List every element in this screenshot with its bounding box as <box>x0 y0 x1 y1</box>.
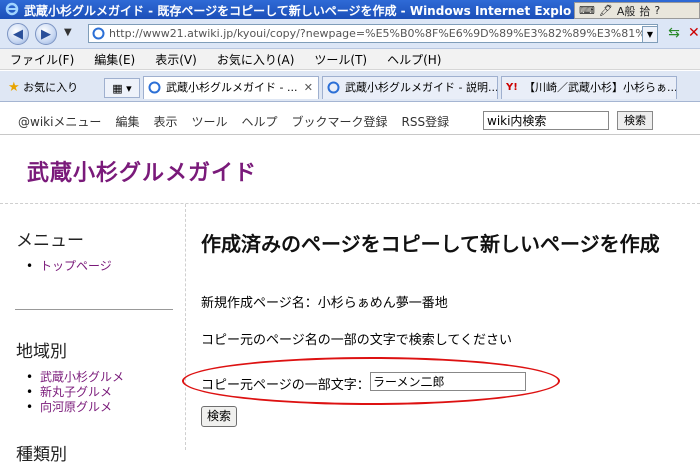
wiki-search-input[interactable] <box>483 111 609 130</box>
tab-label: 【川崎／武蔵小杉】小杉らぁ... <box>524 81 677 94</box>
menu-help[interactable]: ヘルプ(H) <box>387 51 441 68</box>
ie-tab-icon <box>148 81 161 94</box>
yahoo-icon: Y! <box>506 82 518 93</box>
menu-bar: ファイル(F) 編集(E) 表示(V) お気に入り(A) ツール(T) ヘルプ(… <box>0 49 700 70</box>
page-icon <box>92 27 105 40</box>
keyboard-icon[interactable]: ⌨ <box>579 4 595 17</box>
favorites-button[interactable]: ★ お気に入り <box>8 79 78 95</box>
ime-mode-icon[interactable]: 🖊 <box>599 4 613 17</box>
tab-active[interactable]: 武蔵小杉グルメガイド - ... ✕ <box>143 76 319 99</box>
close-tab-icon[interactable]: ✕ <box>304 77 313 99</box>
sidebar-item-label[interactable]: 新丸子グルメ <box>40 385 112 399</box>
tab-2[interactable]: 武蔵小杉グルメガイド - 説明... <box>322 76 498 99</box>
ime-toolbar[interactable]: ⌨ 🖊 A般 拾 ? <box>574 2 700 19</box>
refresh-icon[interactable]: ⇆ <box>664 24 684 43</box>
back-button[interactable]: ◀ <box>7 23 29 45</box>
sidebar-item-label[interactable]: トップページ <box>40 259 112 273</box>
menu-edit[interactable]: 編集(E) <box>94 51 135 68</box>
favorites-label: お気に入り <box>23 81 79 94</box>
sidebar-menu-heading: メニュー <box>16 231 84 251</box>
ime-dictionary-label[interactable]: 拾 <box>639 3 650 19</box>
star-icon: ★ <box>8 80 20 95</box>
address-text: http://www21.atwiki.jp/kyoui/copy/?newpa… <box>109 27 657 40</box>
quick-tabs-icon[interactable]: ▦ ▾ <box>104 78 140 98</box>
menu-tools[interactable]: ツール(T) <box>314 51 367 68</box>
new-page-name: 新規作成ページ名：小杉らぁめん夢一番地 <box>201 296 448 311</box>
sidebar-region-heading: 地域別 <box>16 342 67 362</box>
sidebar-region-list: 武蔵小杉グルメ 新丸子グルメ 向河原グルメ <box>26 370 124 415</box>
page-title: 作成済みのページをコピーして新しいページを作成 <box>201 232 660 256</box>
copy-source-input[interactable] <box>370 372 526 391</box>
wiki-search-button[interactable]: 検索 <box>617 111 653 130</box>
sidebar-item-label[interactable]: 武蔵小杉グルメ <box>40 370 124 384</box>
sidebar-item-mukaigawara[interactable]: 向河原グルメ <box>26 400 124 415</box>
sidebar: メニュー トップページ 地域別 武蔵小杉グルメ 新丸子グルメ 向河原グルメ 種類… <box>0 204 186 465</box>
tab-label: 武蔵小杉グルメガイド - ... <box>166 81 298 94</box>
search-submit-button[interactable]: 検索 <box>201 406 237 427</box>
wiki-menu-view[interactable]: 表示 <box>153 113 177 130</box>
copy-source-label: コピー元ページの一部文字： <box>201 378 370 393</box>
wiki-menu-tools[interactable]: ツール <box>191 113 227 130</box>
tab-3[interactable]: Y! 【川崎／武蔵小杉】小杉らぁ... <box>501 76 677 99</box>
sidebar-item-kosugi[interactable]: 武蔵小杉グルメ <box>26 370 124 385</box>
wiki-menu-at[interactable]: @wikiメニュー <box>18 113 101 130</box>
ie-icon <box>5 2 19 16</box>
sidebar-divider <box>15 309 173 310</box>
address-dropdown-icon[interactable]: ▼ <box>642 26 658 43</box>
sidebar-item-top[interactable]: トップページ <box>26 259 112 274</box>
ie-tab-icon <box>327 81 340 94</box>
search-instruction: コピー元のページ名の一部の文字で検索してください <box>201 333 512 348</box>
sidebar-item-label[interactable]: 向河原グルメ <box>40 400 112 414</box>
address-bar[interactable]: http://www21.atwiki.jp/kyoui/copy/?newpa… <box>88 24 658 43</box>
recent-pages-dropdown-icon[interactable]: ▼ <box>64 27 72 38</box>
window-title: 武蔵小杉グルメガイド - 既存ページをコピーして新しいページを作成 - Wind… <box>24 4 572 18</box>
wiki-toolbar: @wikiメニュー 編集 表示 ツール ヘルプ ブックマーク登録 RSS登録 検… <box>0 104 700 135</box>
ime-mode-label[interactable]: A般 <box>617 3 636 19</box>
wiki-menu-edit[interactable]: 編集 <box>115 113 139 130</box>
menu-view[interactable]: 表示(V) <box>155 51 197 68</box>
sidebar-menu-list: トップページ <box>26 259 112 274</box>
wiki-menu: @wikiメニュー 編集 表示 ツール ヘルプ ブックマーク登録 RSS登録 <box>18 113 449 130</box>
wiki-menu-rss[interactable]: RSS登録 <box>402 113 450 130</box>
address-row: ◀ ▶ ▼ http://www21.atwiki.jp/kyoui/copy/… <box>0 19 700 49</box>
sidebar-category-heading: 種類別 <box>16 445 67 465</box>
site-title[interactable]: 武蔵小杉グルメガイド <box>27 155 257 187</box>
tab-row: ★ お気に入り ▦ ▾ 武蔵小杉グルメガイド - ... ✕ 武蔵小杉グルメガイ… <box>0 71 700 102</box>
menu-file[interactable]: ファイル(F) <box>10 51 74 68</box>
ime-help-icon[interactable]: ? <box>654 4 660 17</box>
forward-button[interactable]: ▶ <box>35 23 57 45</box>
sidebar-item-shinmaruko[interactable]: 新丸子グルメ <box>26 385 124 400</box>
menu-favorites[interactable]: お気に入り(A) <box>217 51 295 68</box>
tab-label: 武蔵小杉グルメガイド - 説明... <box>345 81 498 94</box>
wiki-menu-bookmark[interactable]: ブックマーク登録 <box>292 113 388 130</box>
stop-icon[interactable]: ✕ <box>688 24 700 43</box>
wiki-menu-help[interactable]: ヘルプ <box>241 113 277 130</box>
